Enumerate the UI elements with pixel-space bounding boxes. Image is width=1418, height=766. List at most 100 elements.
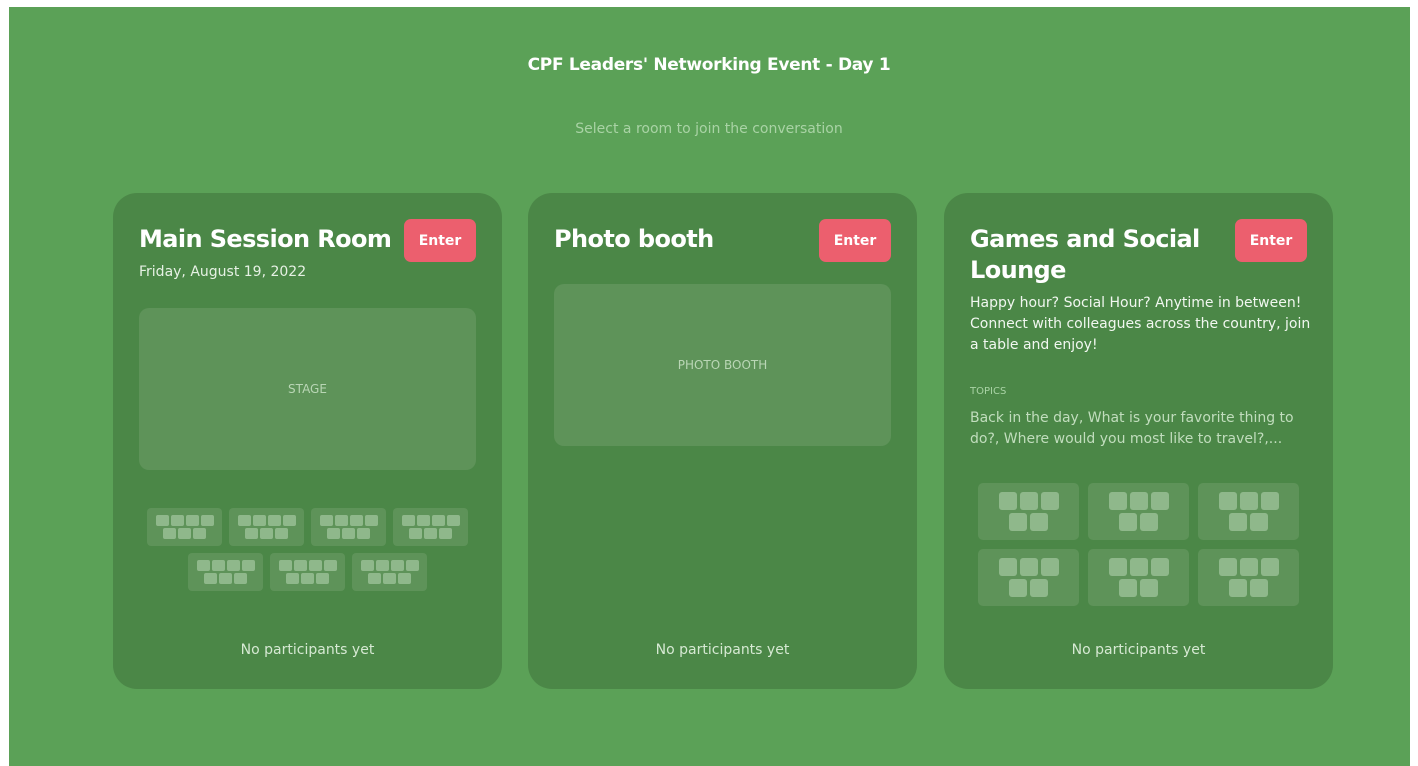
seat[interactable] (375, 560, 389, 571)
seat[interactable] (334, 515, 348, 526)
seat[interactable] (364, 515, 378, 526)
seat[interactable] (1239, 492, 1258, 510)
seat[interactable] (1150, 558, 1169, 576)
seat[interactable] (293, 560, 307, 571)
seat[interactable] (1260, 492, 1279, 510)
table[interactable] (1088, 549, 1189, 606)
seat[interactable] (1009, 513, 1027, 531)
seat[interactable] (342, 528, 355, 539)
seat[interactable] (1250, 579, 1268, 597)
seat[interactable] (1150, 492, 1169, 510)
seat[interactable] (185, 515, 199, 526)
seat[interactable] (439, 528, 452, 539)
seat[interactable] (1019, 558, 1038, 576)
seat[interactable] (301, 573, 314, 584)
seat[interactable] (416, 515, 430, 526)
seat[interactable] (1260, 558, 1279, 576)
seat[interactable] (1218, 492, 1237, 510)
seat[interactable] (219, 573, 232, 584)
seat[interactable] (1030, 513, 1048, 531)
table[interactable] (978, 483, 1079, 540)
seat[interactable] (1140, 513, 1158, 531)
table[interactable] (1198, 483, 1299, 540)
seat[interactable] (327, 528, 340, 539)
seat[interactable] (1030, 579, 1048, 597)
seat[interactable] (431, 515, 445, 526)
seat[interactable] (308, 560, 322, 571)
seat[interactable] (319, 515, 333, 526)
seat[interactable] (204, 573, 217, 584)
seat[interactable] (1239, 558, 1258, 576)
seat[interactable] (1019, 492, 1038, 510)
seat[interactable] (383, 573, 396, 584)
seat[interactable] (1108, 558, 1127, 576)
seat[interactable] (1140, 579, 1158, 597)
table[interactable] (188, 553, 263, 591)
table[interactable] (311, 508, 386, 546)
seat[interactable] (446, 515, 460, 526)
room-title: Games and Social Lounge (970, 225, 1200, 284)
seat[interactable] (349, 515, 363, 526)
seat[interactable] (323, 560, 337, 571)
table[interactable] (393, 508, 468, 546)
seat[interactable] (1119, 579, 1137, 597)
seat[interactable] (1250, 513, 1268, 531)
seat[interactable] (998, 558, 1017, 576)
seat[interactable] (360, 560, 374, 571)
table[interactable] (352, 553, 427, 591)
seat[interactable] (357, 528, 370, 539)
seat[interactable] (405, 560, 419, 571)
seat[interactable] (260, 528, 273, 539)
table[interactable] (147, 508, 222, 546)
seat[interactable] (286, 573, 299, 584)
seat[interactable] (278, 560, 292, 571)
seat[interactable] (211, 560, 225, 571)
enter-button[interactable]: Enter (819, 219, 891, 262)
seat[interactable] (275, 528, 288, 539)
table[interactable] (1088, 483, 1189, 540)
seat[interactable] (234, 573, 247, 584)
seat[interactable] (282, 515, 296, 526)
seat[interactable] (398, 573, 411, 584)
seat[interactable] (241, 560, 255, 571)
table[interactable] (229, 508, 304, 546)
table[interactable] (978, 549, 1079, 606)
seat[interactable] (193, 528, 206, 539)
seat[interactable] (1040, 558, 1059, 576)
room-card-games-lounge[interactable]: Games and Social Lounge Enter Happy hour… (944, 193, 1333, 689)
enter-button[interactable]: Enter (404, 219, 476, 262)
seat[interactable] (155, 515, 169, 526)
seat[interactable] (1229, 513, 1247, 531)
table[interactable] (270, 553, 345, 591)
seat[interactable] (200, 515, 214, 526)
seat[interactable] (424, 528, 437, 539)
enter-button[interactable]: Enter (1235, 219, 1307, 262)
seat[interactable] (368, 573, 381, 584)
seat[interactable] (163, 528, 176, 539)
seat[interactable] (1040, 492, 1059, 510)
seat[interactable] (401, 515, 415, 526)
seat[interactable] (1129, 492, 1148, 510)
table[interactable] (1198, 549, 1299, 606)
seat[interactable] (226, 560, 240, 571)
no-participants-label: No participants yet (1071, 642, 1206, 658)
seat[interactable] (998, 492, 1017, 510)
seat[interactable] (170, 515, 184, 526)
seat[interactable] (178, 528, 191, 539)
seat[interactable] (316, 573, 329, 584)
seat[interactable] (237, 515, 251, 526)
seat[interactable] (1009, 579, 1027, 597)
seat[interactable] (1129, 558, 1148, 576)
seat[interactable] (1218, 558, 1237, 576)
seat[interactable] (409, 528, 422, 539)
seat[interactable] (1229, 579, 1247, 597)
seat[interactable] (252, 515, 266, 526)
seat[interactable] (267, 515, 281, 526)
seat[interactable] (245, 528, 258, 539)
room-card-main-session[interactable]: Main Session Room Enter Friday, August 1… (113, 193, 502, 689)
room-card-photo-booth[interactable]: Photo booth Enter PHOTO BOOTH No partici… (528, 193, 917, 689)
seat[interactable] (196, 560, 210, 571)
seat[interactable] (1119, 513, 1137, 531)
seat[interactable] (390, 560, 404, 571)
seat[interactable] (1108, 492, 1127, 510)
